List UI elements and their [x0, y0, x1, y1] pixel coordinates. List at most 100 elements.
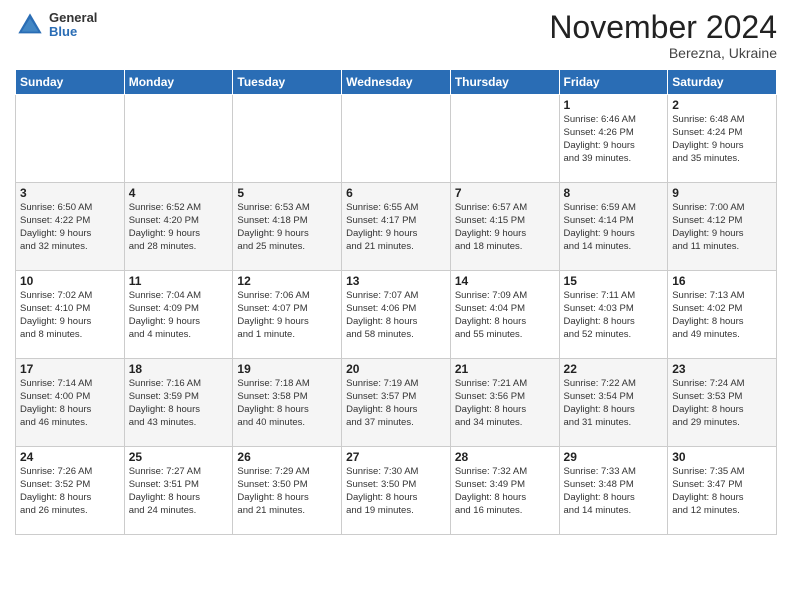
calendar-row-week-4: 17 Sunrise: 7:14 AM Sunset: 4:00 PM Dayli…: [16, 359, 777, 447]
calendar-cell: 7 Sunrise: 6:57 AM Sunset: 4:15 PM Daylig…: [450, 183, 559, 271]
weekday-header-saturday: Saturday: [668, 70, 777, 95]
page: General Blue November 2024 Berezna, Ukra…: [0, 0, 792, 612]
day-info: Sunrise: 7:26 AM Sunset: 3:52 PM Dayligh…: [20, 466, 120, 517]
day-info: Sunrise: 6:46 AM Sunset: 4:26 PM Dayligh…: [564, 114, 664, 165]
day-info: Sunrise: 7:30 AM Sunset: 3:50 PM Dayligh…: [346, 466, 446, 517]
calendar-cell: 8Sunrise: 6:59 AM Sunset: 4:14 PM Daylig…: [559, 183, 668, 271]
calendar-cell: 30 Sunrise: 7:35 AM Sunset: 3:47 PM Dayli…: [668, 447, 777, 535]
day-number: 11: [129, 274, 229, 288]
weekday-header-monday: Monday: [124, 70, 233, 95]
calendar-cell: 21Sunrise: 7:21 AM Sunset: 3:56 PM Dayli…: [450, 359, 559, 447]
calendar-cell: 24 Sunrise: 7:26 AM Sunset: 3:52 PM Dayli…: [16, 447, 125, 535]
calendar-cell: 23 Sunrise: 7:24 AM Sunset: 3:53 PM Dayli…: [668, 359, 777, 447]
day-number: 13: [346, 274, 446, 288]
day-info: Sunrise: 7:14 AM Sunset: 4:00 PM Dayligh…: [20, 378, 120, 429]
header: General Blue November 2024 Berezna, Ukra…: [15, 10, 777, 61]
day-info: Sunrise: 7:35 AM Sunset: 3:47 PM Dayligh…: [672, 466, 772, 517]
day-number: 30: [672, 450, 772, 464]
calendar-cell: [450, 95, 559, 183]
day-number: 16: [672, 274, 772, 288]
title-block: November 2024 Berezna, Ukraine: [549, 10, 777, 61]
weekday-header-friday: Friday: [559, 70, 668, 95]
day-info: Sunrise: 6:48 AM Sunset: 4:24 PM Dayligh…: [672, 114, 772, 165]
day-number: 20: [346, 362, 446, 376]
day-info: Sunrise: 7:13 AM Sunset: 4:02 PM Dayligh…: [672, 290, 772, 341]
day-info: Sunrise: 7:29 AM Sunset: 3:50 PM Dayligh…: [237, 466, 337, 517]
weekday-header-wednesday: Wednesday: [342, 70, 451, 95]
calendar-cell: [16, 95, 125, 183]
day-info: Sunrise: 6:59 AM Sunset: 4:14 PM Dayligh…: [564, 202, 664, 253]
calendar-cell: 19Sunrise: 7:18 AM Sunset: 3:58 PM Dayli…: [233, 359, 342, 447]
day-number: 14: [455, 274, 555, 288]
day-number: 28: [455, 450, 555, 464]
weekday-header-thursday: Thursday: [450, 70, 559, 95]
day-number: 19: [237, 362, 337, 376]
calendar-cell: 29 Sunrise: 7:33 AM Sunset: 3:48 PM Dayli…: [559, 447, 668, 535]
day-info: Sunrise: 7:11 AM Sunset: 4:03 PM Dayligh…: [564, 290, 664, 341]
calendar-cell: 10Sunrise: 7:02 AM Sunset: 4:10 PM Dayli…: [16, 271, 125, 359]
logo: General Blue: [15, 10, 97, 40]
day-number: 29: [564, 450, 664, 464]
day-info: Sunrise: 7:33 AM Sunset: 3:48 PM Dayligh…: [564, 466, 664, 517]
day-info: Sunrise: 7:00 AM Sunset: 4:12 PM Dayligh…: [672, 202, 772, 253]
day-number: 7: [455, 186, 555, 200]
calendar-cell: 20 Sunrise: 7:19 AM Sunset: 3:57 PM Dayli…: [342, 359, 451, 447]
calendar-cell: 13Sunrise: 7:07 AM Sunset: 4:06 PM Dayli…: [342, 271, 451, 359]
day-number: 12: [237, 274, 337, 288]
calendar-cell: 2 Sunrise: 6:48 AM Sunset: 4:24 PM Daylig…: [668, 95, 777, 183]
day-number: 4: [129, 186, 229, 200]
day-info: Sunrise: 7:09 AM Sunset: 4:04 PM Dayligh…: [455, 290, 555, 341]
day-number: 1: [564, 98, 664, 112]
calendar-cell: 3 Sunrise: 6:50 AM Sunset: 4:22 PM Daylig…: [16, 183, 125, 271]
logo-text: General Blue: [49, 11, 97, 40]
day-number: 18: [129, 362, 229, 376]
day-number: 5: [237, 186, 337, 200]
day-number: 2: [672, 98, 772, 112]
day-info: Sunrise: 6:57 AM Sunset: 4:15 PM Dayligh…: [455, 202, 555, 253]
calendar-cell: [342, 95, 451, 183]
calendar-row-week-2: 3 Sunrise: 6:50 AM Sunset: 4:22 PM Daylig…: [16, 183, 777, 271]
day-number: 26: [237, 450, 337, 464]
calendar-row-week-5: 24 Sunrise: 7:26 AM Sunset: 3:52 PM Dayli…: [16, 447, 777, 535]
calendar-cell: 17 Sunrise: 7:14 AM Sunset: 4:00 PM Dayli…: [16, 359, 125, 447]
calendar-row-week-3: 10Sunrise: 7:02 AM Sunset: 4:10 PM Dayli…: [16, 271, 777, 359]
calendar-row-week-1: 1 Sunrise: 6:46 AM Sunset: 4:26 PM Daylig…: [16, 95, 777, 183]
weekday-header-sunday: Sunday: [16, 70, 125, 95]
day-number: 22: [564, 362, 664, 376]
day-info: Sunrise: 6:50 AM Sunset: 4:22 PM Dayligh…: [20, 202, 120, 253]
day-info: Sunrise: 7:06 AM Sunset: 4:07 PM Dayligh…: [237, 290, 337, 341]
day-info: Sunrise: 7:04 AM Sunset: 4:09 PM Dayligh…: [129, 290, 229, 341]
day-number: 17: [20, 362, 120, 376]
day-info: Sunrise: 6:55 AM Sunset: 4:17 PM Dayligh…: [346, 202, 446, 253]
logo-icon: [15, 10, 45, 40]
calendar-cell: 6Sunrise: 6:55 AM Sunset: 4:17 PM Daylig…: [342, 183, 451, 271]
logo-general-text: General: [49, 11, 97, 25]
calendar-cell: 5 Sunrise: 6:53 AM Sunset: 4:18 PM Daylig…: [233, 183, 342, 271]
day-info: Sunrise: 7:19 AM Sunset: 3:57 PM Dayligh…: [346, 378, 446, 429]
calendar-cell: 28 Sunrise: 7:32 AM Sunset: 3:49 PM Dayli…: [450, 447, 559, 535]
calendar-cell: 11 Sunrise: 7:04 AM Sunset: 4:09 PM Dayli…: [124, 271, 233, 359]
logo-blue-text: Blue: [49, 25, 97, 39]
day-info: Sunrise: 6:52 AM Sunset: 4:20 PM Dayligh…: [129, 202, 229, 253]
calendar-cell: 12 Sunrise: 7:06 AM Sunset: 4:07 PM Dayli…: [233, 271, 342, 359]
day-number: 10: [20, 274, 120, 288]
weekday-header-tuesday: Tuesday: [233, 70, 342, 95]
calendar-cell: [233, 95, 342, 183]
month-title: November 2024: [549, 10, 777, 45]
calendar-cell: 18Sunrise: 7:16 AM Sunset: 3:59 PM Dayli…: [124, 359, 233, 447]
day-info: Sunrise: 7:32 AM Sunset: 3:49 PM Dayligh…: [455, 466, 555, 517]
calendar-cell: 27Sunrise: 7:30 AM Sunset: 3:50 PM Dayli…: [342, 447, 451, 535]
calendar-header-row: SundayMondayTuesdayWednesdayThursdayFrid…: [16, 70, 777, 95]
day-info: Sunrise: 6:53 AM Sunset: 4:18 PM Dayligh…: [237, 202, 337, 253]
calendar-cell: 16 Sunrise: 7:13 AM Sunset: 4:02 PM Dayli…: [668, 271, 777, 359]
day-number: 25: [129, 450, 229, 464]
calendar-cell: 26 Sunrise: 7:29 AM Sunset: 3:50 PM Dayli…: [233, 447, 342, 535]
day-number: 23: [672, 362, 772, 376]
day-info: Sunrise: 7:24 AM Sunset: 3:53 PM Dayligh…: [672, 378, 772, 429]
calendar-cell: 15Sunrise: 7:11 AM Sunset: 4:03 PM Dayli…: [559, 271, 668, 359]
day-number: 3: [20, 186, 120, 200]
day-info: Sunrise: 7:27 AM Sunset: 3:51 PM Dayligh…: [129, 466, 229, 517]
day-info: Sunrise: 7:21 AM Sunset: 3:56 PM Dayligh…: [455, 378, 555, 429]
day-number: 9: [672, 186, 772, 200]
day-number: 24: [20, 450, 120, 464]
